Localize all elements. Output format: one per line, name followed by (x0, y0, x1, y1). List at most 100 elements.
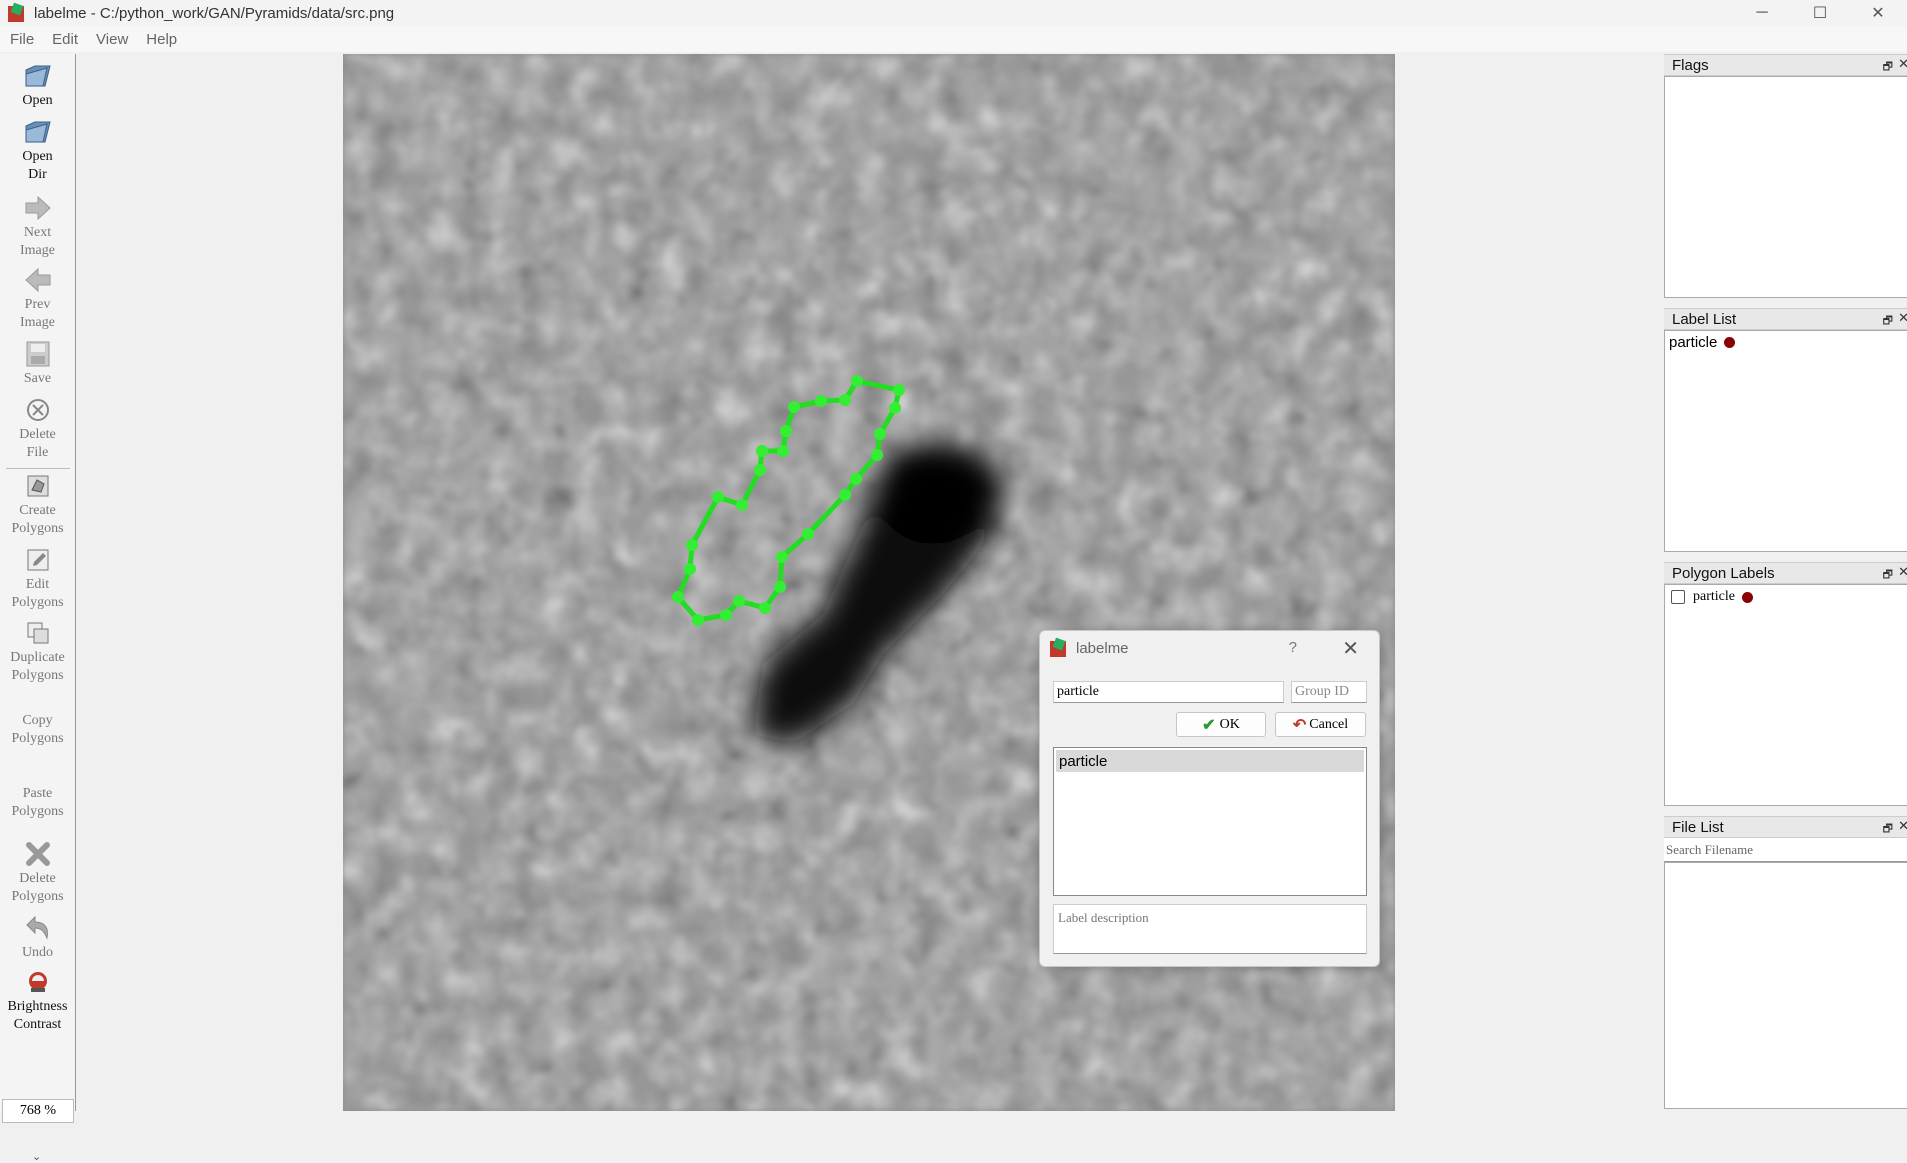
polygon-labels-title: Polygon Labels (1672, 564, 1775, 582)
polygon-vertex-handle[interactable] (839, 489, 851, 501)
label-list[interactable]: particle (1664, 330, 1907, 552)
delete-x-icon (23, 840, 53, 868)
ok-label: OK (1219, 716, 1240, 732)
brightness-contrast-icon (23, 968, 53, 996)
cancel-label: Cancel (1309, 716, 1349, 732)
polygon-vertex-handle[interactable] (756, 445, 768, 457)
file-list[interactable] (1664, 862, 1907, 1109)
polygon-vertex-handle[interactable] (850, 473, 862, 485)
menu-edit[interactable]: Edit (42, 31, 86, 48)
list-item[interactable]: particle (1665, 585, 1907, 609)
polygon-vertex-handle[interactable] (788, 401, 800, 413)
dialog-title: labelme (1076, 639, 1129, 657)
duplicate-polygons-label: Duplicate Polygons (10, 650, 65, 683)
polygon-vertex-handle[interactable] (720, 609, 732, 621)
open-button[interactable]: Open (0, 62, 75, 110)
brightness-contrast-button[interactable]: Brightness Contrast (0, 968, 75, 1034)
polygon-vertex-handle[interactable] (686, 539, 698, 551)
minimize-button[interactable]: ─ (1733, 0, 1791, 26)
list-item[interactable]: particle (1665, 331, 1907, 354)
label-choice-list[interactable]: particle (1053, 747, 1367, 896)
save-button[interactable]: Save (0, 340, 75, 388)
menu-bar: File Edit View Help (0, 26, 1907, 52)
polygon-vertex-handle[interactable] (759, 602, 771, 614)
polygon-vertex-handle[interactable] (851, 375, 863, 387)
polygon-vertex-handle[interactable] (736, 499, 748, 511)
open-dir-label: Open Dir (22, 149, 53, 182)
toolbar-divider (6, 468, 70, 469)
polygon-vertex-handle[interactable] (889, 402, 901, 414)
polygon-vertex-handle[interactable] (712, 491, 724, 503)
polygon-vertex-handle[interactable] (871, 449, 883, 461)
polygon-vertex-handle[interactable] (672, 591, 684, 603)
prev-image-label: Prev Image (20, 297, 55, 330)
duplicate-icon (23, 619, 53, 647)
polygon-vertex-handle[interactable] (893, 384, 905, 396)
delete-file-label: Delete File (19, 427, 56, 460)
next-image-button[interactable]: Next Image (0, 194, 75, 260)
polygon-vertex-handle[interactable] (777, 445, 789, 457)
flags-title: Flags (1672, 56, 1709, 74)
flags-list[interactable] (1664, 76, 1907, 298)
paste-polygons-label: Paste Polygons (11, 786, 64, 819)
float-icon[interactable]: 🗗 (1883, 312, 1893, 331)
labelme-app-icon (1050, 637, 1068, 657)
file-list-dock-title: File List 🗗 ✕ (1664, 816, 1907, 838)
copy-polygons-label: Copy Polygons (11, 713, 64, 746)
polygon-vertex-handle[interactable] (874, 428, 886, 440)
polygon-vertex-handle[interactable] (815, 395, 827, 407)
close-icon[interactable]: ✕ (1342, 636, 1359, 661)
delete-polygons-button[interactable]: Delete Polygons (0, 840, 75, 906)
polygon-vertex-handle[interactable] (692, 614, 704, 626)
polygon-vertex-handle[interactable] (733, 595, 745, 607)
polygon-vertex-handle[interactable] (839, 394, 851, 406)
search-filename-input[interactable]: Search Filename (1664, 838, 1907, 862)
close-icon[interactable]: ✕ (1898, 310, 1907, 326)
edit-polygons-button[interactable]: Edit Polygons (0, 546, 75, 612)
float-icon[interactable]: 🗗 (1883, 820, 1893, 839)
polygon-vertex-handle[interactable] (780, 425, 792, 437)
label-description-field[interactable]: Label description (1053, 904, 1367, 954)
group-id-input[interactable]: Group ID (1291, 681, 1367, 703)
menu-view[interactable]: View (86, 31, 136, 48)
create-polygons-button[interactable]: Create Polygons (0, 472, 75, 538)
create-polygon-icon (23, 472, 53, 500)
duplicate-polygons-button[interactable]: Duplicate Polygons (0, 619, 75, 685)
polygon-vertex-handle[interactable] (774, 581, 786, 593)
polygon-vertex-handle[interactable] (776, 551, 788, 563)
float-icon[interactable]: 🗗 (1883, 566, 1893, 585)
cancel-button[interactable]: ↶ Cancel (1275, 712, 1366, 737)
copy-polygons-button[interactable]: Copy Polygons (0, 712, 75, 748)
float-icon[interactable]: 🗗 (1883, 58, 1893, 77)
arrow-left-icon (23, 266, 53, 294)
next-image-label: Next Image (20, 225, 55, 258)
menu-help[interactable]: Help (136, 31, 185, 48)
image-canvas[interactable] (77, 54, 1663, 1111)
delete-file-button[interactable]: Delete File (0, 396, 75, 462)
polygon-vertex-handle[interactable] (802, 528, 814, 540)
open-dir-button[interactable]: Open Dir (0, 118, 75, 184)
list-item[interactable]: particle (1056, 750, 1364, 772)
flags-dock: Flags 🗗 ✕ (1664, 54, 1907, 306)
polygon-labels-dock: Polygon Labels 🗗 ✕ particle (1664, 562, 1907, 812)
zoom-field[interactable]: 768 % (2, 1099, 74, 1123)
undo-button[interactable]: Undo (0, 914, 75, 962)
polygon-vertex-handle[interactable] (754, 464, 766, 476)
help-icon[interactable]: ? (1289, 639, 1297, 656)
polygon-labels-list[interactable]: particle (1664, 584, 1907, 806)
folder-open-icon (23, 62, 53, 90)
label-input[interactable]: particle (1053, 681, 1284, 703)
menu-file[interactable]: File (0, 31, 42, 48)
close-icon[interactable]: ✕ (1898, 818, 1907, 834)
paste-polygons-button[interactable]: Paste Polygons (0, 785, 75, 821)
check-icon: ✔ (1202, 716, 1216, 734)
polygon-vertex-handle[interactable] (684, 563, 696, 575)
prev-image-button[interactable]: Prev Image (0, 266, 75, 332)
maximize-button[interactable]: ☐ (1791, 0, 1849, 26)
close-window-button[interactable]: ✕ (1849, 0, 1907, 26)
chevron-down-icon[interactable]: ⌄ (32, 1150, 41, 1163)
close-icon[interactable]: ✕ (1898, 564, 1907, 580)
close-icon[interactable]: ✕ (1898, 56, 1907, 72)
ok-button[interactable]: ✔ OK (1176, 712, 1266, 737)
polygon-visibility-checkbox[interactable] (1671, 590, 1685, 604)
